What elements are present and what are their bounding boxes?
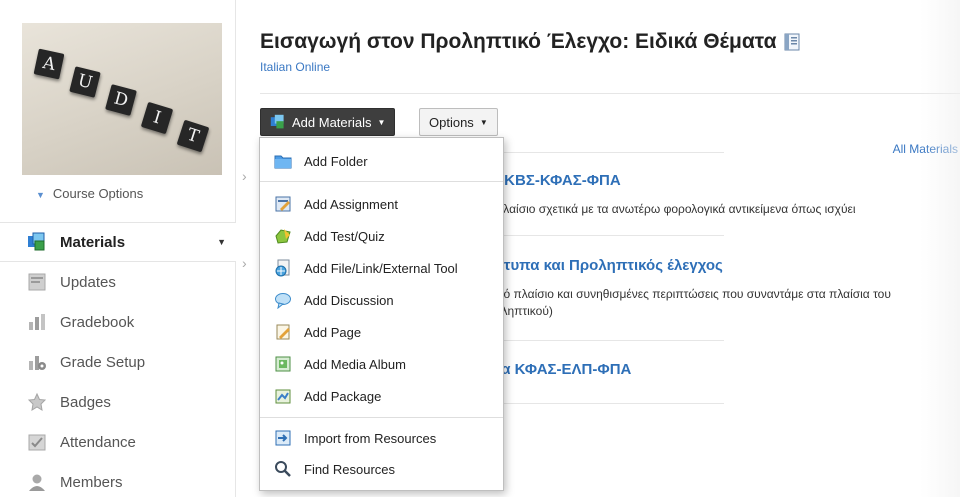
nav-item-attendance[interactable]: Attendance — [0, 422, 236, 462]
course-title: Εισαγωγή στον Προληπτικό Έλεγχο: Ειδικά … — [260, 30, 777, 53]
menu-item-label: Find Resources — [304, 461, 396, 477]
scrabble-tile: D — [105, 84, 137, 116]
nav-label: Members — [60, 473, 123, 491]
menu-item-label: Add Assignment — [304, 196, 398, 212]
nav-label: Gradebook — [60, 313, 135, 331]
folder-icon — [274, 152, 292, 170]
menu-item-add-discussion[interactable]: Add Discussion — [260, 287, 503, 313]
nav-label: Grade Setup — [60, 353, 146, 371]
menu-item-add-media-album[interactable]: Add Media Album — [260, 351, 503, 377]
scrabble-tile: A — [33, 48, 65, 80]
left-sidebar: A U D I T ▼ Course Options Materials ▼ Up… — [0, 0, 236, 497]
scrabble-tile: U — [69, 66, 101, 98]
updates-icon — [26, 271, 48, 293]
grade-setup-icon — [26, 351, 48, 373]
menu-item-label: Add Discussion — [304, 292, 394, 308]
material-description: ικό πλαίσιο και συνηθισμένες περιπτώσεις… — [495, 287, 891, 301]
material-description: πλαίσιο σχετικά με τα ανωτέρω φορολογικά… — [495, 202, 856, 216]
menu-item-find-resources[interactable]: Find Resources — [260, 456, 503, 482]
import-icon — [274, 429, 292, 447]
caret-down-icon: ▼ — [479, 117, 488, 127]
course-image[interactable]: A U D I T — [22, 23, 222, 175]
add-materials-label: Add Materials — [292, 114, 372, 130]
menu-item-add-assignment[interactable]: Add Assignment — [260, 191, 503, 217]
gradebook-icon — [26, 311, 48, 333]
badge-icon — [26, 391, 48, 413]
course-info-icon[interactable] — [782, 32, 802, 52]
scrabble-tile: T — [176, 119, 210, 153]
course-section-link[interactable]: Italian Online — [260, 60, 330, 74]
nav-item-gradebook[interactable]: Gradebook — [0, 302, 236, 342]
menu-item-add-test-quiz[interactable]: Add Test/Quiz — [260, 223, 503, 249]
add-materials-menu: Add Folder Add Assignment Add Test/Quiz … — [259, 137, 504, 491]
menu-item-label: Import from Resources — [304, 430, 437, 446]
caret-down-icon: ▼ — [36, 190, 45, 200]
members-icon — [26, 471, 48, 493]
course-options-label: Course Options — [52, 186, 144, 201]
menu-item-label: Add Package — [304, 388, 382, 404]
menu-item-add-file-link-tool[interactable]: Add File/Link/External Tool — [260, 255, 503, 281]
nav-label: Badges — [60, 393, 111, 411]
menu-item-import-from-resources[interactable]: Import from Resources — [260, 425, 503, 451]
menu-item-add-package[interactable]: Add Package — [260, 383, 503, 409]
divider — [260, 93, 960, 94]
nav-item-badges[interactable]: Badges — [0, 382, 236, 422]
nav-item-members[interactable]: Members — [0, 462, 236, 497]
nav-item-materials[interactable]: Materials ▼ — [0, 222, 236, 262]
search-icon — [274, 460, 292, 478]
options-label: Options — [429, 114, 474, 130]
course-nav: Materials ▼ Updates Gradebook Grade Setu… — [0, 222, 236, 497]
page-title: Εισαγωγή στον Προληπτικό Έλεγχο: Ειδικά … — [260, 30, 802, 54]
materials-icon — [270, 114, 286, 130]
package-icon — [274, 387, 292, 405]
nav-item-grade-setup[interactable]: Grade Setup — [0, 342, 236, 382]
attendance-icon — [26, 431, 48, 453]
nav-label: Updates — [60, 273, 116, 291]
menu-item-label: Add File/Link/External Tool — [304, 260, 458, 276]
scrabble-tile: I — [140, 101, 174, 135]
menu-item-add-folder[interactable]: Add Folder — [260, 148, 503, 174]
file-link-icon — [274, 259, 292, 277]
quiz-icon — [274, 227, 292, 245]
nav-label: Attendance — [60, 433, 136, 451]
nav-label: Materials — [60, 233, 126, 251]
assignment-icon — [274, 195, 292, 213]
media-album-icon — [274, 355, 292, 373]
nav-item-updates[interactable]: Updates — [0, 262, 236, 302]
menu-separator — [260, 417, 503, 418]
discussion-icon — [274, 291, 292, 309]
caret-down-icon: ▼ — [377, 117, 386, 127]
material-title[interactable]: ότυπα και Προληπτικός έλεγχος — [495, 257, 723, 274]
course-options-toggle[interactable]: ▼ Course Options — [36, 186, 143, 201]
page-edge-shadow — [920, 0, 960, 497]
page-icon — [274, 323, 292, 341]
material-title[interactable]: τα ΚΦΑΣ-ΕΛΠ-ΦΠΑ — [495, 361, 631, 378]
menu-item-label: Add Test/Quiz — [304, 228, 385, 244]
options-button[interactable]: Options ▼ — [419, 108, 498, 136]
menu-item-label: Add Page — [304, 324, 362, 340]
caret-down-icon[interactable]: ▼ — [217, 237, 226, 247]
material-title[interactable]: : ΚΒΣ-ΚΦΑΣ-ΦΠΑ — [495, 172, 621, 189]
add-materials-button[interactable]: Add Materials ▼ — [260, 108, 396, 136]
materials-icon — [26, 231, 48, 253]
menu-item-label: Add Media Album — [304, 356, 406, 372]
menu-item-add-page[interactable]: Add Page — [260, 319, 503, 345]
menu-separator — [260, 181, 503, 182]
menu-item-label: Add Folder — [304, 153, 368, 169]
